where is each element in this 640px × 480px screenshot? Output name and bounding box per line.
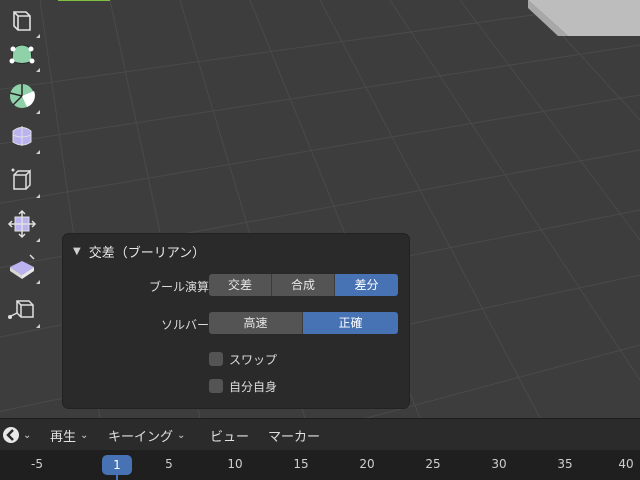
cube-add-icon <box>13 11 31 31</box>
operator-title: 交差（ブーリアン） <box>88 245 206 261</box>
shear-tool[interactable] <box>2 246 42 286</box>
extrude-tool[interactable] <box>2 160 42 200</box>
spin-tool[interactable] <box>2 76 42 116</box>
menu-playback-label: 再生 <box>50 429 77 445</box>
3d-viewport[interactable]: ▼ 交差（ブーリアン） ブール演算 交差 合成 差分 ソルバー 高速 正確 スワ… <box>0 0 640 418</box>
smooth-icon <box>12 126 32 146</box>
ruler-label: 10 <box>227 457 243 471</box>
solver-option-fast[interactable]: 高速 <box>209 312 303 334</box>
frame-ruler[interactable]: -5 5 10 15 20 25 30 35 40 1 <box>0 450 640 480</box>
ruler-label: 30 <box>491 457 507 471</box>
poly-build-tool[interactable] <box>2 34 42 74</box>
menu-keying-label: キーイング <box>108 429 174 445</box>
chevron-down-icon: ⌄ <box>23 429 32 441</box>
ruler-label: 40 <box>618 457 634 471</box>
operator-panel-header[interactable]: ▼ 交差（ブーリアン） <box>73 242 206 261</box>
ruler-label: 25 <box>425 457 441 471</box>
ruler-label: 35 <box>557 457 573 471</box>
solver-option-exact[interactable]: 正確 <box>303 312 398 334</box>
rip-region-icon <box>8 300 34 319</box>
swap-checkbox-row[interactable]: スワップ <box>209 350 277 368</box>
swap-checkbox[interactable] <box>209 352 223 366</box>
swap-label: スワップ <box>229 352 278 367</box>
timeline-editor-icon <box>3 427 19 443</box>
operation-option-intersect[interactable]: 交差 <box>209 274 272 296</box>
menu-view-label: ビュー <box>210 429 250 445</box>
cube-object[interactable] <box>528 0 640 36</box>
boolean-operation-selector: 交差 合成 差分 <box>209 274 398 296</box>
menu-marker-label: マーカー <box>268 429 321 445</box>
ruler-label: 5 <box>165 457 173 471</box>
menu-playback[interactable]: 再生 ⌄ <box>50 419 88 451</box>
shrink-fatten-tool[interactable] <box>2 204 42 244</box>
operation-option-union[interactable]: 合成 <box>272 274 335 296</box>
editor-type-selector[interactable]: ⌄ <box>2 425 32 445</box>
solver-label: ソルバー <box>160 318 209 332</box>
playhead-line <box>116 475 118 480</box>
chevron-down-icon: ⌄ <box>80 429 89 441</box>
spin-icon <box>9 84 35 108</box>
ruler-label: 20 <box>359 457 375 471</box>
boolean-operation-label: ブール演算 <box>148 280 209 294</box>
menu-keying[interactable]: キーイング ⌄ <box>108 419 185 451</box>
smooth-tool[interactable] <box>2 116 42 156</box>
self-intersection-label: 自分自身 <box>229 379 278 394</box>
menu-view[interactable]: ビュー <box>210 419 249 451</box>
poly-build-icon <box>9 44 35 64</box>
current-frame-indicator[interactable]: 1 <box>102 455 132 475</box>
ruler-label: 15 <box>293 457 309 471</box>
timeline-header: ⌄ 再生 ⌄ キーイング ⌄ ビュー マーカー <box>0 418 640 450</box>
shrink-fatten-icon <box>7 209 37 239</box>
operator-panel: ▼ 交差（ブーリアン） ブール演算 交差 合成 差分 ソルバー 高速 正確 スワ… <box>63 234 409 408</box>
tool-shelf <box>0 0 48 340</box>
solver-selector: 高速 正確 <box>209 312 398 334</box>
chevron-down-icon: ⌄ <box>177 429 186 441</box>
extrude-icon <box>11 168 31 190</box>
ruler-label: -5 <box>31 457 43 471</box>
self-intersection-checkbox[interactable] <box>209 379 223 393</box>
self-intersection-checkbox-row[interactable]: 自分自身 <box>209 377 277 395</box>
operation-option-difference[interactable]: 差分 <box>335 274 398 296</box>
shear-icon <box>10 254 35 279</box>
rip-region-tool[interactable] <box>2 290 42 330</box>
collapse-triangle-icon[interactable]: ▼ <box>73 246 81 257</box>
menu-marker[interactable]: マーカー <box>268 419 320 451</box>
